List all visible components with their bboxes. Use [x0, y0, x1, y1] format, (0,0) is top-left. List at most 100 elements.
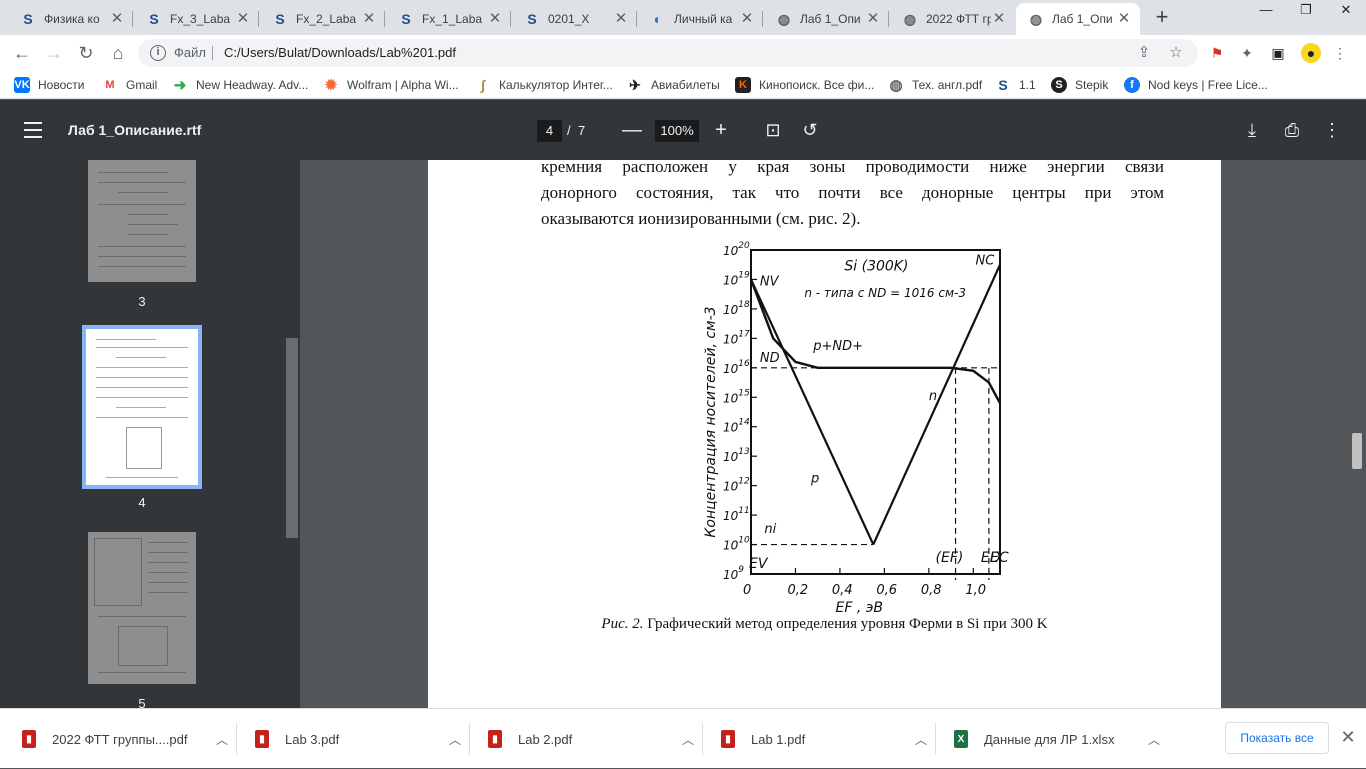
tab[interactable]: S Fx_3_Laba ✕ — [134, 3, 259, 35]
globe-icon: ◍ — [777, 10, 791, 27]
sidebar-scroll-thumb[interactable] — [286, 338, 298, 538]
chevron-up-icon[interactable]: ︿ — [445, 731, 465, 748]
address-url[interactable]: C:/Users/Bulat/Downloads/Lab%201.pdf — [224, 45, 456, 60]
chevron-up-icon[interactable]: ︿ — [212, 731, 232, 748]
main-scroll-thumb[interactable] — [1352, 433, 1362, 469]
download-item[interactable]: ▮ Lab 3.pdf ︿ — [255, 709, 465, 769]
show-all-downloads-button[interactable]: Показать все — [1225, 722, 1329, 754]
plane-icon: ✈ — [627, 77, 643, 93]
close-icon[interactable]: ✕ — [109, 11, 125, 27]
close-icon[interactable]: ✕ — [1116, 11, 1132, 27]
tab[interactable]: ◍ 2022 ФТТ гр ✕ — [890, 3, 1015, 35]
thumbnail-label: 3 — [138, 294, 146, 309]
bookmark-item[interactable]: S Stepik — [1051, 75, 1108, 95]
label-nd: ND — [760, 351, 780, 366]
x-tick-label: 1,0 — [965, 583, 986, 598]
close-icon[interactable]: ✕ — [991, 11, 1007, 27]
bookmarks-bar: VK Новости M Gmail ➜ New Headway. Adv...… — [0, 71, 1366, 99]
back-icon[interactable]: ← — [8, 39, 36, 67]
close-icon[interactable]: ✕ — [361, 11, 377, 27]
bookmark-item[interactable]: ➜ New Headway. Adv... — [172, 75, 308, 95]
sidepanel-icon[interactable]: ▣ — [1268, 43, 1288, 63]
chevron-up-icon[interactable]: ︿ — [911, 731, 931, 748]
close-icon[interactable]: ✕ — [613, 11, 629, 27]
window-close-icon[interactable]: ✕ — [1326, 0, 1366, 20]
label-nc: NC — [976, 254, 996, 269]
tab-title: Личный ка — [674, 12, 733, 26]
rotate-icon[interactable]: ↺ — [798, 118, 822, 142]
info-icon[interactable]: i — [150, 45, 166, 61]
close-icon[interactable]: ✕ — [865, 11, 881, 27]
new-tab-button[interactable]: + — [1150, 6, 1174, 30]
download-item[interactable]: ▮ Lab 1.pdf ︿ — [721, 709, 931, 769]
bookmark-star-icon[interactable]: ☆ — [1166, 43, 1186, 63]
fit-page-icon[interactable]: ⊡ — [761, 118, 785, 142]
facebook-icon: f — [1124, 77, 1140, 93]
zoom-input[interactable]: 100% — [655, 120, 699, 142]
arrow-icon: ➜ — [172, 77, 188, 94]
forward-icon[interactable]: → — [40, 39, 68, 67]
downloads-bar: ▮ 2022 ФТТ группы....pdf ︿ ▮ Lab 3.pdf ︿… — [0, 708, 1366, 768]
globe-icon: ◍ — [888, 77, 904, 94]
tab[interactable]: S Fx_2_Laba ✕ — [260, 3, 385, 35]
download-item[interactable]: X Данные для ЛР 1.xlsx ︿ — [954, 709, 1164, 769]
stepik-icon: S — [1051, 77, 1067, 93]
browser-menu-icon[interactable]: ⋮ — [1330, 43, 1350, 63]
print-icon[interactable]: ⎙ — [1280, 118, 1304, 142]
sidebar-menu-icon[interactable] — [24, 122, 42, 138]
download-icon[interactable]: ⤓ — [1240, 118, 1264, 142]
avatar[interactable]: ● — [1301, 43, 1321, 63]
level-label-ev: EV — [749, 556, 769, 572]
pdf-file-icon: ▮ — [22, 730, 36, 748]
tab[interactable]: ◐ Личный ка ✕ — [638, 3, 763, 35]
stepik-icon: S — [149, 11, 159, 27]
text-line: донорного состояния, так что почти все д… — [541, 183, 1164, 202]
zoom-in-icon[interactable]: + — [709, 118, 733, 142]
zoom-out-icon[interactable]: — — [620, 118, 644, 142]
bookmark-label: Кинопоиск. Все фи... — [759, 78, 875, 92]
close-downloads-icon[interactable]: ✕ — [1338, 727, 1358, 747]
bookmark-item[interactable]: S 1.1 — [995, 75, 1036, 95]
thumbnail-page-3[interactable] — [88, 160, 196, 282]
chevron-up-icon[interactable]: ︿ — [678, 731, 698, 748]
close-icon[interactable]: ✕ — [235, 11, 251, 27]
download-name: 2022 ФТТ группы....pdf — [52, 731, 188, 747]
reload-icon[interactable]: ↻ — [72, 39, 100, 67]
thumbnail-page-5[interactable] — [88, 532, 196, 684]
restore-icon[interactable]: ❐ — [1286, 0, 1326, 20]
bookmark-item[interactable]: ◍ Тех. англ.pdf — [888, 75, 982, 95]
page-number-input[interactable]: 4 — [537, 120, 562, 142]
x-tick-label: 0,4 — [832, 583, 853, 598]
x-tick-label: 0,8 — [921, 583, 942, 598]
y-tick-label: 109 — [723, 565, 744, 582]
bookmark-item[interactable]: K Кинопоиск. Все фи... — [735, 75, 874, 95]
home-icon[interactable]: ⌂ — [104, 39, 132, 67]
bookmark-item[interactable]: ✹ Wolfram | Alpha Wi... — [323, 75, 459, 95]
bookmark-item[interactable]: M Gmail — [102, 75, 157, 95]
tab[interactable]: S Fx_1_Laba ✕ — [386, 3, 511, 35]
bookmark-item[interactable]: ∫ Калькулятор Интег... — [475, 75, 613, 95]
bookmark-item[interactable]: ✈ Авиабилеты — [627, 75, 720, 95]
tab[interactable]: S Физика ко ✕ — [8, 3, 133, 35]
address-bar[interactable]: i Файл C:/Users/Bulat/Downloads/Lab%201.… — [138, 39, 1198, 67]
tab[interactable]: S 0201_X ✕ — [512, 3, 637, 35]
download-item[interactable]: ▮ 2022 ФТТ группы....pdf ︿ — [22, 709, 232, 769]
minimize-icon[interactable]: — — [1246, 0, 1286, 20]
more-options-icon[interactable]: ⋮ — [1320, 118, 1344, 142]
close-icon[interactable]: ✕ — [487, 11, 503, 27]
flag-extension-icon[interactable]: ⚑ — [1207, 43, 1227, 63]
close-icon[interactable]: ✕ — [739, 11, 755, 27]
bookmark-item[interactable]: f Nod keys | Free Lice... — [1124, 75, 1268, 95]
bookmark-item[interactable]: VK Новости — [14, 75, 84, 95]
tab[interactable]: ◍ Лаб 1_Опи ✕ — [764, 3, 889, 35]
extensions-puzzle-icon[interactable]: ✦ — [1237, 43, 1257, 63]
thumbnail-page-4-selected[interactable] — [82, 325, 202, 489]
gmail-icon: M — [102, 77, 118, 93]
share-icon[interactable]: ⇪ — [1134, 43, 1154, 63]
x-tick-label: 0,6 — [876, 583, 897, 598]
x-axis-label: EF , эВ — [835, 600, 883, 616]
download-item[interactable]: ▮ Lab 2.pdf ︿ — [488, 709, 698, 769]
tab-active[interactable]: ◍ Лаб 1_Опи ✕ — [1016, 3, 1140, 35]
chevron-up-icon[interactable]: ︿ — [1144, 731, 1164, 748]
browser-toolbar: ← → ↻ ⌂ i Файл C:/Users/Bulat/Downloads/… — [0, 35, 1366, 71]
